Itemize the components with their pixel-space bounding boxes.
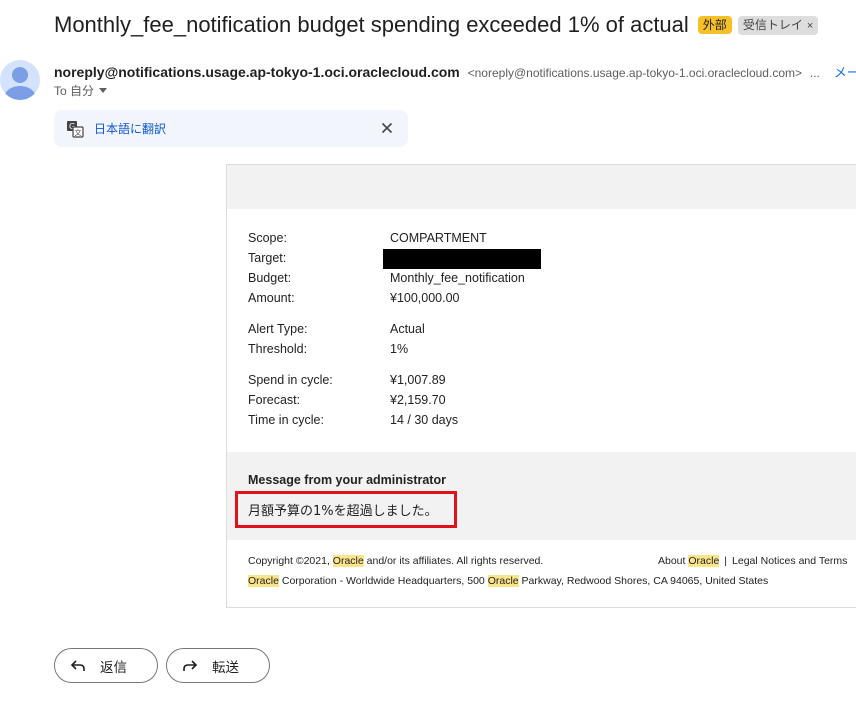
oracle-highlight: Oracle — [248, 575, 279, 587]
field-label: Spend in cycle: — [248, 373, 333, 387]
close-icon[interactable] — [378, 119, 396, 137]
field-value: ¥2,159.70 — [390, 393, 446, 407]
about-oracle-link[interactable]: About Oracle — [658, 555, 720, 567]
admin-message-box: Message from your administrator 月額予算の1%を… — [227, 452, 856, 540]
about-prefix: About — [658, 555, 689, 567]
chevron-down-icon — [99, 88, 108, 93]
footer-links: About Oracle | Legal Notices and Terms — [658, 555, 847, 567]
forward-button[interactable]: 転送 — [166, 648, 270, 683]
forward-label: 転送 — [212, 659, 239, 675]
svg-text:文: 文 — [75, 128, 82, 137]
reply-button[interactable]: 返信 — [54, 648, 158, 683]
card-header-strip — [227, 165, 856, 209]
field-value: COMPARTMENT — [390, 231, 487, 245]
avatar-body-shape — [4, 86, 36, 100]
field-label: Threshold: — [248, 342, 308, 356]
copyright-text: Copyright ©2021, Oracle and/or its affil… — [248, 555, 543, 567]
avatar-head-shape — [12, 67, 28, 83]
legal-notices-link[interactable]: Legal Notices and Terms — [732, 555, 847, 567]
field-label: Budget: — [248, 271, 292, 285]
forward-icon — [183, 659, 198, 671]
field-value: Monthly_fee_notification — [390, 271, 525, 285]
oracle-highlight: Oracle — [487, 575, 519, 587]
mailing-list-link[interactable]: メー — [834, 65, 856, 80]
translate-icon: G 文 — [66, 120, 84, 138]
address-mid: Corporation - Worldwide Headquarters, 50… — [278, 575, 488, 587]
reply-label: 返信 — [100, 659, 127, 675]
inbox-label: 受信トレイ — [742, 17, 803, 32]
translate-bar: G 文 日本語に翻訳 — [54, 110, 408, 147]
red-highlight-box — [235, 491, 457, 528]
inbox-label-chip[interactable]: 受信トレイ × — [737, 15, 819, 35]
field-value: 14 / 30 days — [390, 413, 459, 427]
field-label: Time in cycle: — [248, 413, 324, 427]
external-badge: 外部 — [697, 16, 732, 34]
reply-icon — [70, 659, 85, 671]
sender-more: ... — [809, 66, 820, 80]
subject-row: Monthly_fee_notification budget spending… — [54, 12, 819, 38]
to-label: To 自分 — [54, 84, 95, 98]
address-text: Oracle Corporation - Worldwide Headquart… — [248, 575, 768, 587]
field-label: Forecast: — [248, 393, 301, 407]
field-label: Target: — [248, 251, 287, 265]
email-body-card: Scope: COMPARTMENT Target: Budget: Month… — [226, 164, 856, 608]
recipient-details-toggle[interactable]: To 自分 — [54, 82, 108, 99]
field-value: 1% — [390, 342, 409, 356]
field-value: ¥1,007.89 — [390, 373, 446, 387]
field-value: Actual — [390, 322, 425, 336]
admin-message-title: Message from your administrator — [248, 473, 446, 487]
copyright-suffix: and/or its affiliates. All rights reserv… — [363, 555, 544, 567]
copyright-prefix: Copyright ©2021, — [248, 555, 333, 567]
field-label: Alert Type: — [248, 322, 308, 336]
oracle-highlight: Oracle — [332, 555, 364, 567]
translate-link[interactable]: 日本語に翻訳 — [94, 120, 166, 137]
sender-address: <noreply@notifications.usage.ap-tokyo-1.… — [467, 66, 802, 80]
field-label: Scope: — [248, 231, 287, 245]
sender-avatar[interactable] — [0, 60, 40, 100]
field-label: Amount: — [248, 291, 295, 305]
address-suffix: Parkway, Redwood Shores, CA 94065, Unite… — [518, 575, 769, 587]
sender-row: noreply@notifications.usage.ap-tokyo-1.o… — [54, 62, 856, 81]
oracle-highlight: Oracle — [688, 555, 720, 567]
link-separator: | — [724, 555, 728, 567]
sender-name[interactable]: noreply@notifications.usage.ap-tokyo-1.o… — [54, 64, 460, 80]
remove-label-icon[interactable]: × — [807, 20, 813, 32]
redacted-value — [383, 249, 541, 269]
field-value: ¥100,000.00 — [390, 291, 460, 305]
email-subject: Monthly_fee_notification budget spending… — [54, 12, 689, 37]
